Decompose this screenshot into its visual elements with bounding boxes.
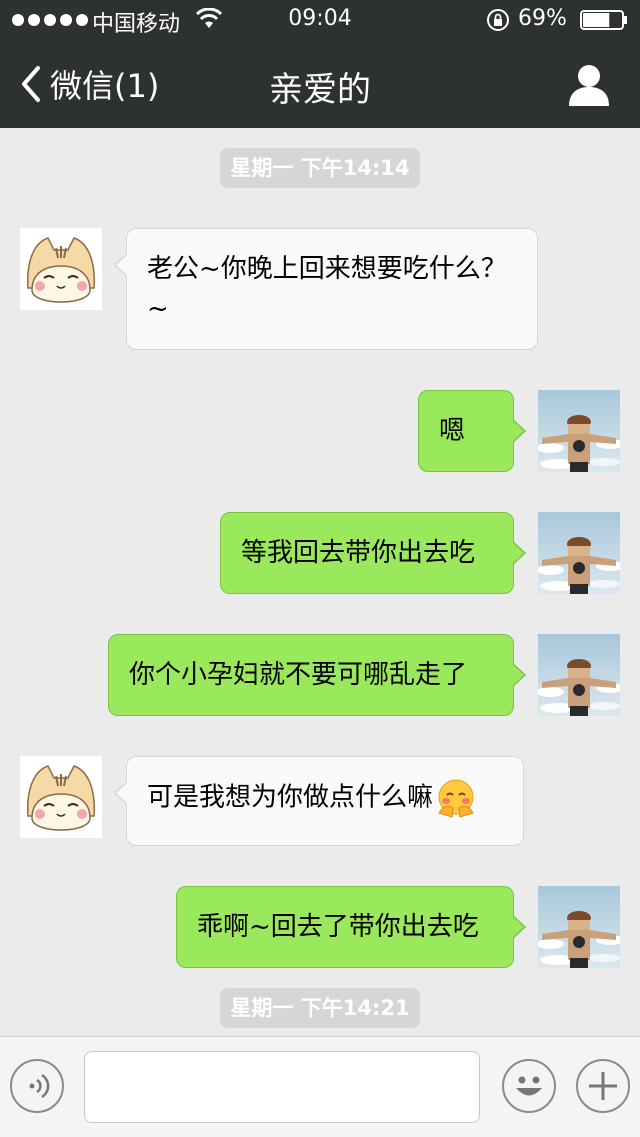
message-bubble[interactable]: 等我回去带你出去吃 [220,512,526,594]
chat-area[interactable]: 星期一 下午14:14 老公~你晚上回来想要吃什么？~ 嗯 等我回去带你出去吃 … [0,128,640,1036]
plus-button[interactable] [576,1059,630,1113]
blushing-hands-emoji [438,779,474,818]
message-text: 你个小孕妇就不要可哪乱走了 [129,660,468,690]
input-bar [0,1036,640,1137]
message-input[interactable] [84,1051,480,1123]
plus-icon [589,1072,617,1100]
cat-avatar[interactable] [20,228,102,310]
message-text: 嗯 [439,416,466,446]
emoji-button[interactable] [502,1059,556,1113]
message-bubble[interactable]: 你个小孕妇就不要可哪乱走了 [108,634,526,716]
anime-avatar[interactable] [538,886,620,968]
message-bubble[interactable]: 乖啊~回去了带你出去吃 [176,886,526,968]
message-text: 可是我想为你做点什么嘛 [147,782,434,813]
message-bubble[interactable]: 嗯 [418,390,526,472]
voice-icon [29,1073,50,1099]
message-bubble[interactable]: 可是我想为你做点什么嘛 [114,756,524,846]
status-bar: 中国移动 09:04 69% [0,0,640,40]
nav-bar: 微信(1) 亲爱的 [0,40,640,128]
message-text: 老公~你晚上回来想要吃什么？~ [147,254,507,324]
cat-avatar[interactable] [20,756,102,838]
timestamp: 星期一 下午14:21 [220,988,420,1028]
rotation-lock-icon [487,9,509,31]
chat-title: 亲爱的 [269,70,371,110]
message-text: 乖啊~回去了带你出去吃 [197,912,479,942]
anime-avatar[interactable] [538,634,620,716]
smiley-icon [516,1076,542,1096]
message-text: 等我回去带你出去吃 [241,538,476,568]
person-icon[interactable] [566,62,612,108]
timestamp: 星期一 下午14:14 [220,148,420,188]
battery-percentage: 69% [518,6,567,31]
anime-avatar[interactable] [538,512,620,594]
battery-icon [580,10,627,30]
anime-avatar[interactable] [538,390,620,472]
message-bubble[interactable]: 老公~你晚上回来想要吃什么？~ [114,228,538,350]
voice-button[interactable] [10,1059,64,1113]
